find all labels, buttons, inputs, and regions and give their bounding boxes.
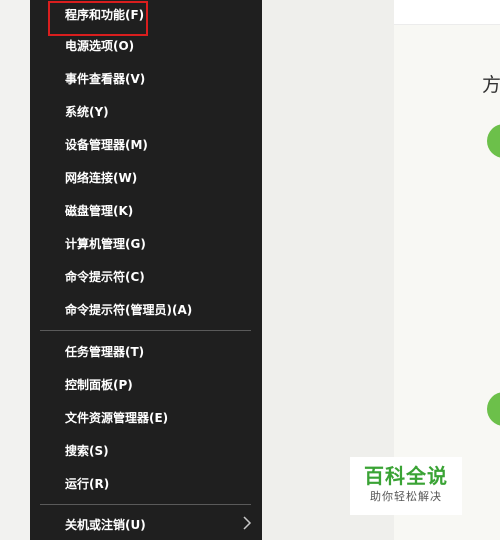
menu-item-programs-features[interactable]: 程序和功能(F) [30,0,262,30]
menu-item-task-manager[interactable]: 任务管理器(T) [30,337,262,367]
menu-item-event-viewer[interactable]: 事件查看器(V) [30,64,262,94]
watermark-logo: 百科全说 助你轻松解决 [350,457,462,515]
menu-item-command-prompt-admin[interactable]: 命令提示符(管理员)(A) [30,295,262,325]
menu-item-run[interactable]: 运行(R) [30,469,262,499]
winx-context-menu: 程序和功能(F) 电源选项(O) 事件查看器(V) 系统(Y) 设备管理器(M)… [30,0,262,540]
watermark-subtitle: 助你轻松解决 [370,490,442,503]
menu-separator [40,504,251,505]
menu-item-search[interactable]: 搜索(S) [30,436,262,466]
menu-item-computer-management[interactable]: 计算机管理(G) [30,229,262,259]
menu-separator [40,330,251,331]
menu-item-device-manager[interactable]: 设备管理器(M) [30,130,262,160]
menu-item-system[interactable]: 系统(Y) [30,97,262,127]
desktop-left-edge [0,0,30,540]
menu-item-control-panel[interactable]: 控制面板(P) [30,370,262,400]
menu-item-file-explorer[interactable]: 文件资源管理器(E) [30,403,262,433]
menu-item-shutdown-signout[interactable]: 关机或注销(U) [30,510,262,540]
step-marker [487,124,500,158]
menu-item-power-options[interactable]: 电源选项(O) [30,31,262,61]
content-header-bar [394,0,500,25]
chevron-right-icon[interactable] [241,513,253,533]
watermark-title: 百科全说 [364,464,448,488]
step-marker [487,392,500,426]
menu-item-command-prompt[interactable]: 命令提示符(C) [30,262,262,292]
menu-item-network-connections[interactable]: 网络连接(W) [30,163,262,193]
menu-item-disk-management[interactable]: 磁盘管理(K) [30,196,262,226]
article-heading: 方 [482,74,500,96]
